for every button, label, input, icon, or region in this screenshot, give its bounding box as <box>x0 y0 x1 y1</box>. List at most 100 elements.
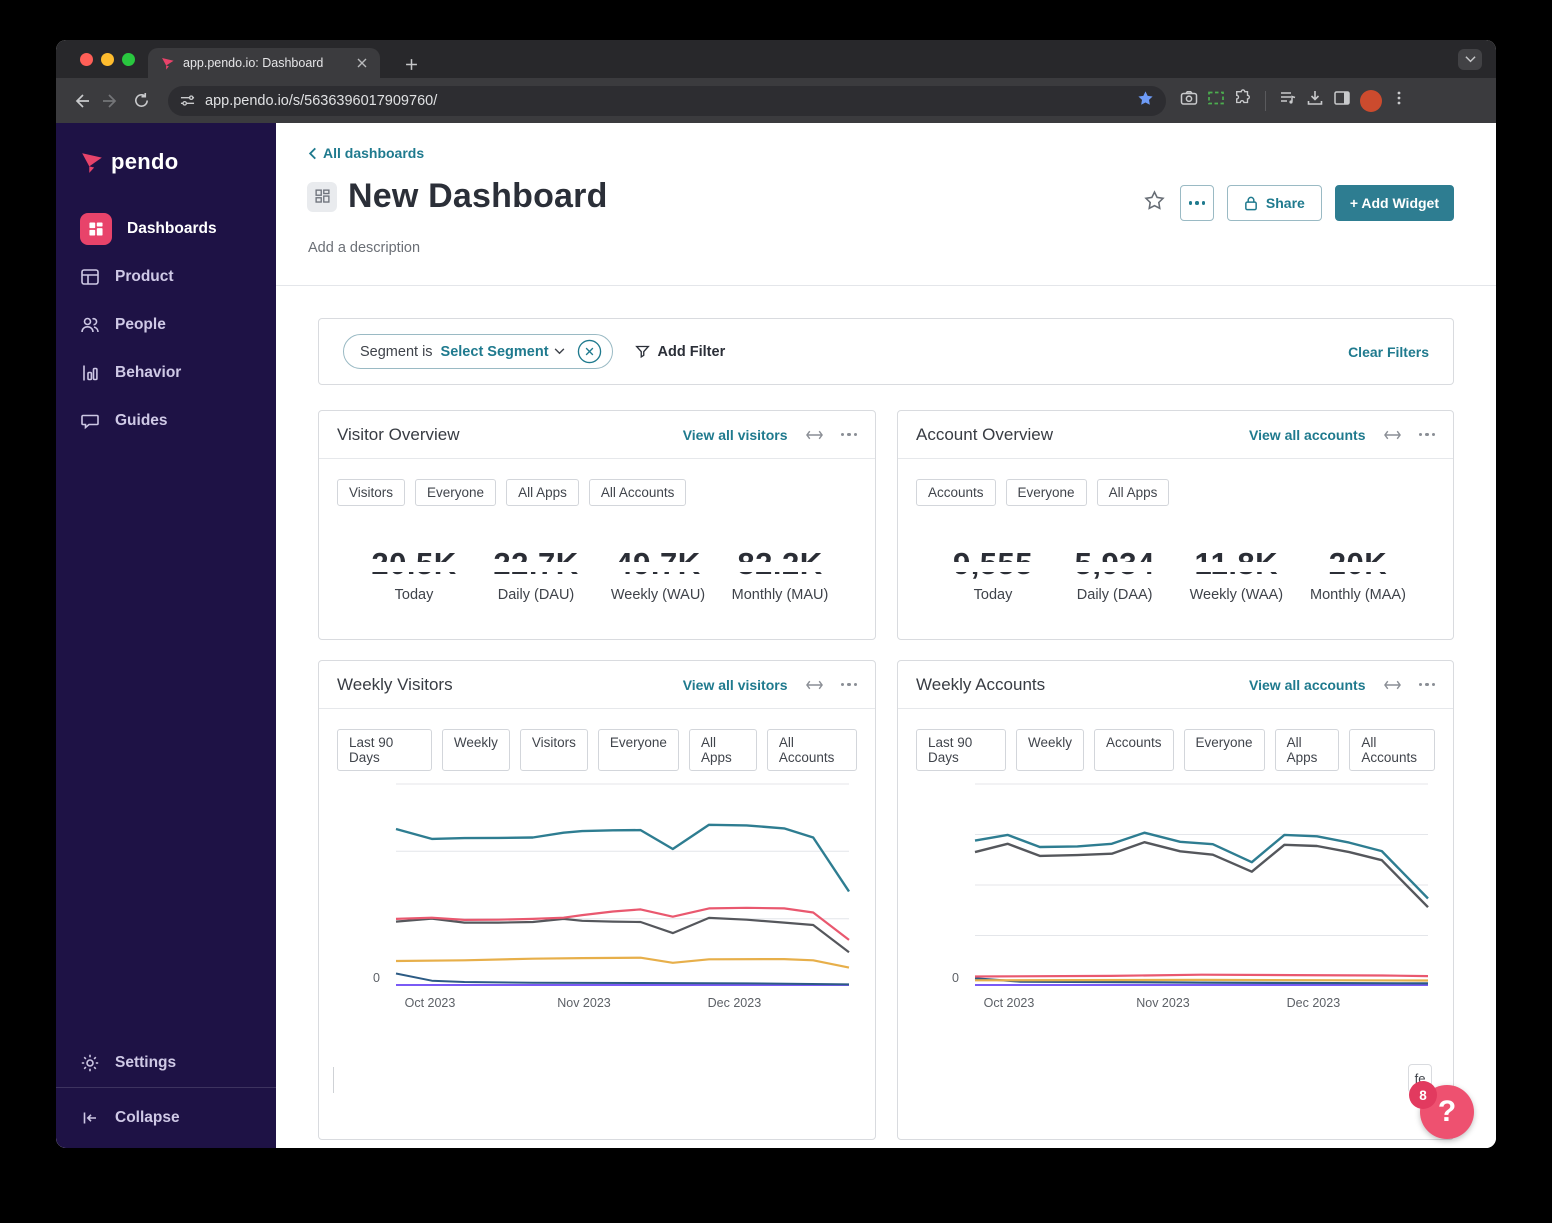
page-title: New Dashboard <box>348 177 608 215</box>
widget-menu-icon[interactable] <box>1418 432 1435 437</box>
resize-widget-icon[interactable] <box>805 429 823 441</box>
metric-value-redacted: 5,934 <box>1071 546 1158 581</box>
metric-value-redacted: 11.8K <box>1191 546 1281 581</box>
back-icon[interactable] <box>66 86 96 116</box>
sidebar-item-guides[interactable]: Guides <box>56 397 276 445</box>
metric-label: Daily (DAU) <box>497 587 575 603</box>
camera-extension-icon[interactable] <box>1180 89 1198 112</box>
sidebar-item-label: People <box>115 316 166 333</box>
extensions-puzzle-icon[interactable] <box>1234 89 1252 112</box>
sidebar-item-label: Product <box>115 268 174 285</box>
tag: Weekly <box>441 729 510 771</box>
tag: All Apps <box>1096 479 1170 506</box>
add-filter-button[interactable]: Add Filter <box>634 344 725 360</box>
downloads-icon[interactable] <box>1306 89 1324 112</box>
widget-menu-icon[interactable] <box>1418 682 1435 687</box>
help-badge-count: 8 <box>1419 1087 1427 1103</box>
sidebar-nav: Dashboards Product People Behavior Guide… <box>56 205 276 445</box>
widget-menu-icon[interactable] <box>840 432 857 437</box>
share-button[interactable]: Share <box>1226 185 1322 221</box>
funnel-icon <box>634 345 650 359</box>
widget-menu-icon[interactable] <box>840 682 857 687</box>
media-playlist-icon[interactable] <box>1279 89 1297 112</box>
forward-icon[interactable] <box>96 86 126 116</box>
sidebar-item-settings[interactable]: Settings <box>56 1039 276 1087</box>
view-all-visitors-link[interactable]: View all visitors <box>683 427 788 443</box>
sidebar-item-behavior[interactable]: Behavior <box>56 349 276 397</box>
segment-select-value: Select Segment <box>440 343 549 360</box>
toolbar-separator <box>1265 90 1266 111</box>
reload-icon[interactable] <box>126 86 156 116</box>
help-notification-badge[interactable]: 8 <box>1409 1081 1437 1109</box>
recording-indicator-icon[interactable] <box>1360 89 1382 112</box>
new-tab-button[interactable] <box>400 53 422 75</box>
view-all-accounts-link[interactable]: View all accounts <box>1249 427 1365 443</box>
resize-widget-icon[interactable] <box>1383 429 1401 441</box>
lock-icon <box>1244 196 1257 210</box>
app-body: pendo Dashboards Product People Behavior… <box>56 123 1496 1148</box>
clear-filters-button[interactable]: Clear Filters <box>1348 344 1429 360</box>
browser-toolbar: app.pendo.io/s/5636396017909760/ <box>56 78 1496 123</box>
sidebar-collapse-button[interactable]: Collapse <box>56 1088 276 1148</box>
card-header: Account Overview View all accounts <box>898 411 1453 459</box>
browser-tab[interactable]: app.pendo.io: Dashboard <box>148 48 380 78</box>
metric-daily: 22.7K Daily (DAU) <box>481 546 591 603</box>
metric-daily: 5,934 Daily (DAA) <box>1060 546 1170 603</box>
zoom-window-button[interactable] <box>122 53 135 66</box>
remove-segment-filter-icon[interactable] <box>577 339 602 364</box>
sidebar-item-people[interactable]: People <box>56 301 276 349</box>
sidebar-item-dashboards[interactable]: Dashboards <box>56 205 276 253</box>
tag: Last 90 Days <box>337 729 432 771</box>
sidebar-item-label: Guides <box>115 412 168 429</box>
tab-title: app.pendo.io: Dashboard <box>183 56 324 70</box>
metric-monthly: 82.2K Monthly (MAU) <box>725 546 835 603</box>
pendo-logo-text: pendo <box>111 149 179 174</box>
add-widget-button[interactable]: + Add Widget <box>1334 185 1454 221</box>
side-panel-icon[interactable] <box>1333 89 1351 112</box>
metric-today: 20.5K Today <box>359 546 469 603</box>
all-dashboards-link[interactable]: All dashboards <box>308 145 424 161</box>
tag: All Apps <box>1274 729 1340 771</box>
favorite-star-icon[interactable] <box>1144 190 1165 216</box>
metric-label: Today <box>973 587 1013 603</box>
people-icon <box>80 315 100 335</box>
close-tab-icon[interactable] <box>354 55 370 71</box>
sidebar-item-label: Dashboards <box>127 220 217 237</box>
pendo-logo-icon <box>82 153 102 173</box>
view-all-accounts-link[interactable]: View all accounts <box>1249 677 1365 693</box>
metrics-row: 9,555 Today 5,934 Daily (DAA) 11.8K Week… <box>898 506 1453 603</box>
view-all-visitors-link[interactable]: View all visitors <box>683 677 788 693</box>
sidebar-item-product[interactable]: Product <box>56 253 276 301</box>
tag: Everyone <box>597 729 679 771</box>
tag: Everyone <box>415 479 497 506</box>
browser-menu-icon[interactable] <box>1391 90 1407 111</box>
metric-weekly: 11.8K Weekly (WAA) <box>1181 546 1291 603</box>
more-options-button[interactable] <box>1179 185 1214 221</box>
url-text[interactable]: app.pendo.io/s/5636396017909760/ <box>205 93 1137 109</box>
weekly-visitors-card: Weekly Visitors View all visitors Last 9… <box>318 660 876 1140</box>
resize-widget-icon[interactable] <box>805 679 823 691</box>
close-window-button[interactable] <box>80 53 93 66</box>
tag: All Accounts <box>1349 729 1435 771</box>
sidebar-footer: Settings Collapse <box>56 1039 276 1148</box>
tab-search-button[interactable] <box>1458 49 1482 70</box>
metric-label: Daily (DAA) <box>1076 587 1153 603</box>
segment-filter-pill[interactable]: Segment is Select Segment <box>343 334 613 369</box>
widget-tags: Accounts Everyone All Apps <box>898 459 1453 506</box>
pendo-logo: pendo <box>56 123 276 175</box>
dashboard-description-field[interactable]: Add a description <box>308 240 420 256</box>
screenshot-extension-icon[interactable] <box>1207 89 1225 112</box>
site-settings-icon[interactable] <box>180 93 195 108</box>
segment-select[interactable]: Select Segment <box>441 344 565 360</box>
minimize-window-button[interactable] <box>101 53 114 66</box>
bookmark-star-icon[interactable] <box>1137 90 1154 112</box>
tag: All Apps <box>688 729 757 771</box>
metric-value-redacted: 49.7K <box>612 546 704 581</box>
resize-widget-icon[interactable] <box>1383 679 1401 691</box>
product-icon <box>80 267 100 287</box>
card-title: Weekly Visitors <box>337 674 453 694</box>
legend-stub-divider <box>333 1067 334 1093</box>
x-tick-label: Nov 2023 <box>557 996 611 1010</box>
address-bar[interactable]: app.pendo.io/s/5636396017909760/ <box>168 85 1166 116</box>
metric-label: Weekly (WAU) <box>610 587 706 603</box>
